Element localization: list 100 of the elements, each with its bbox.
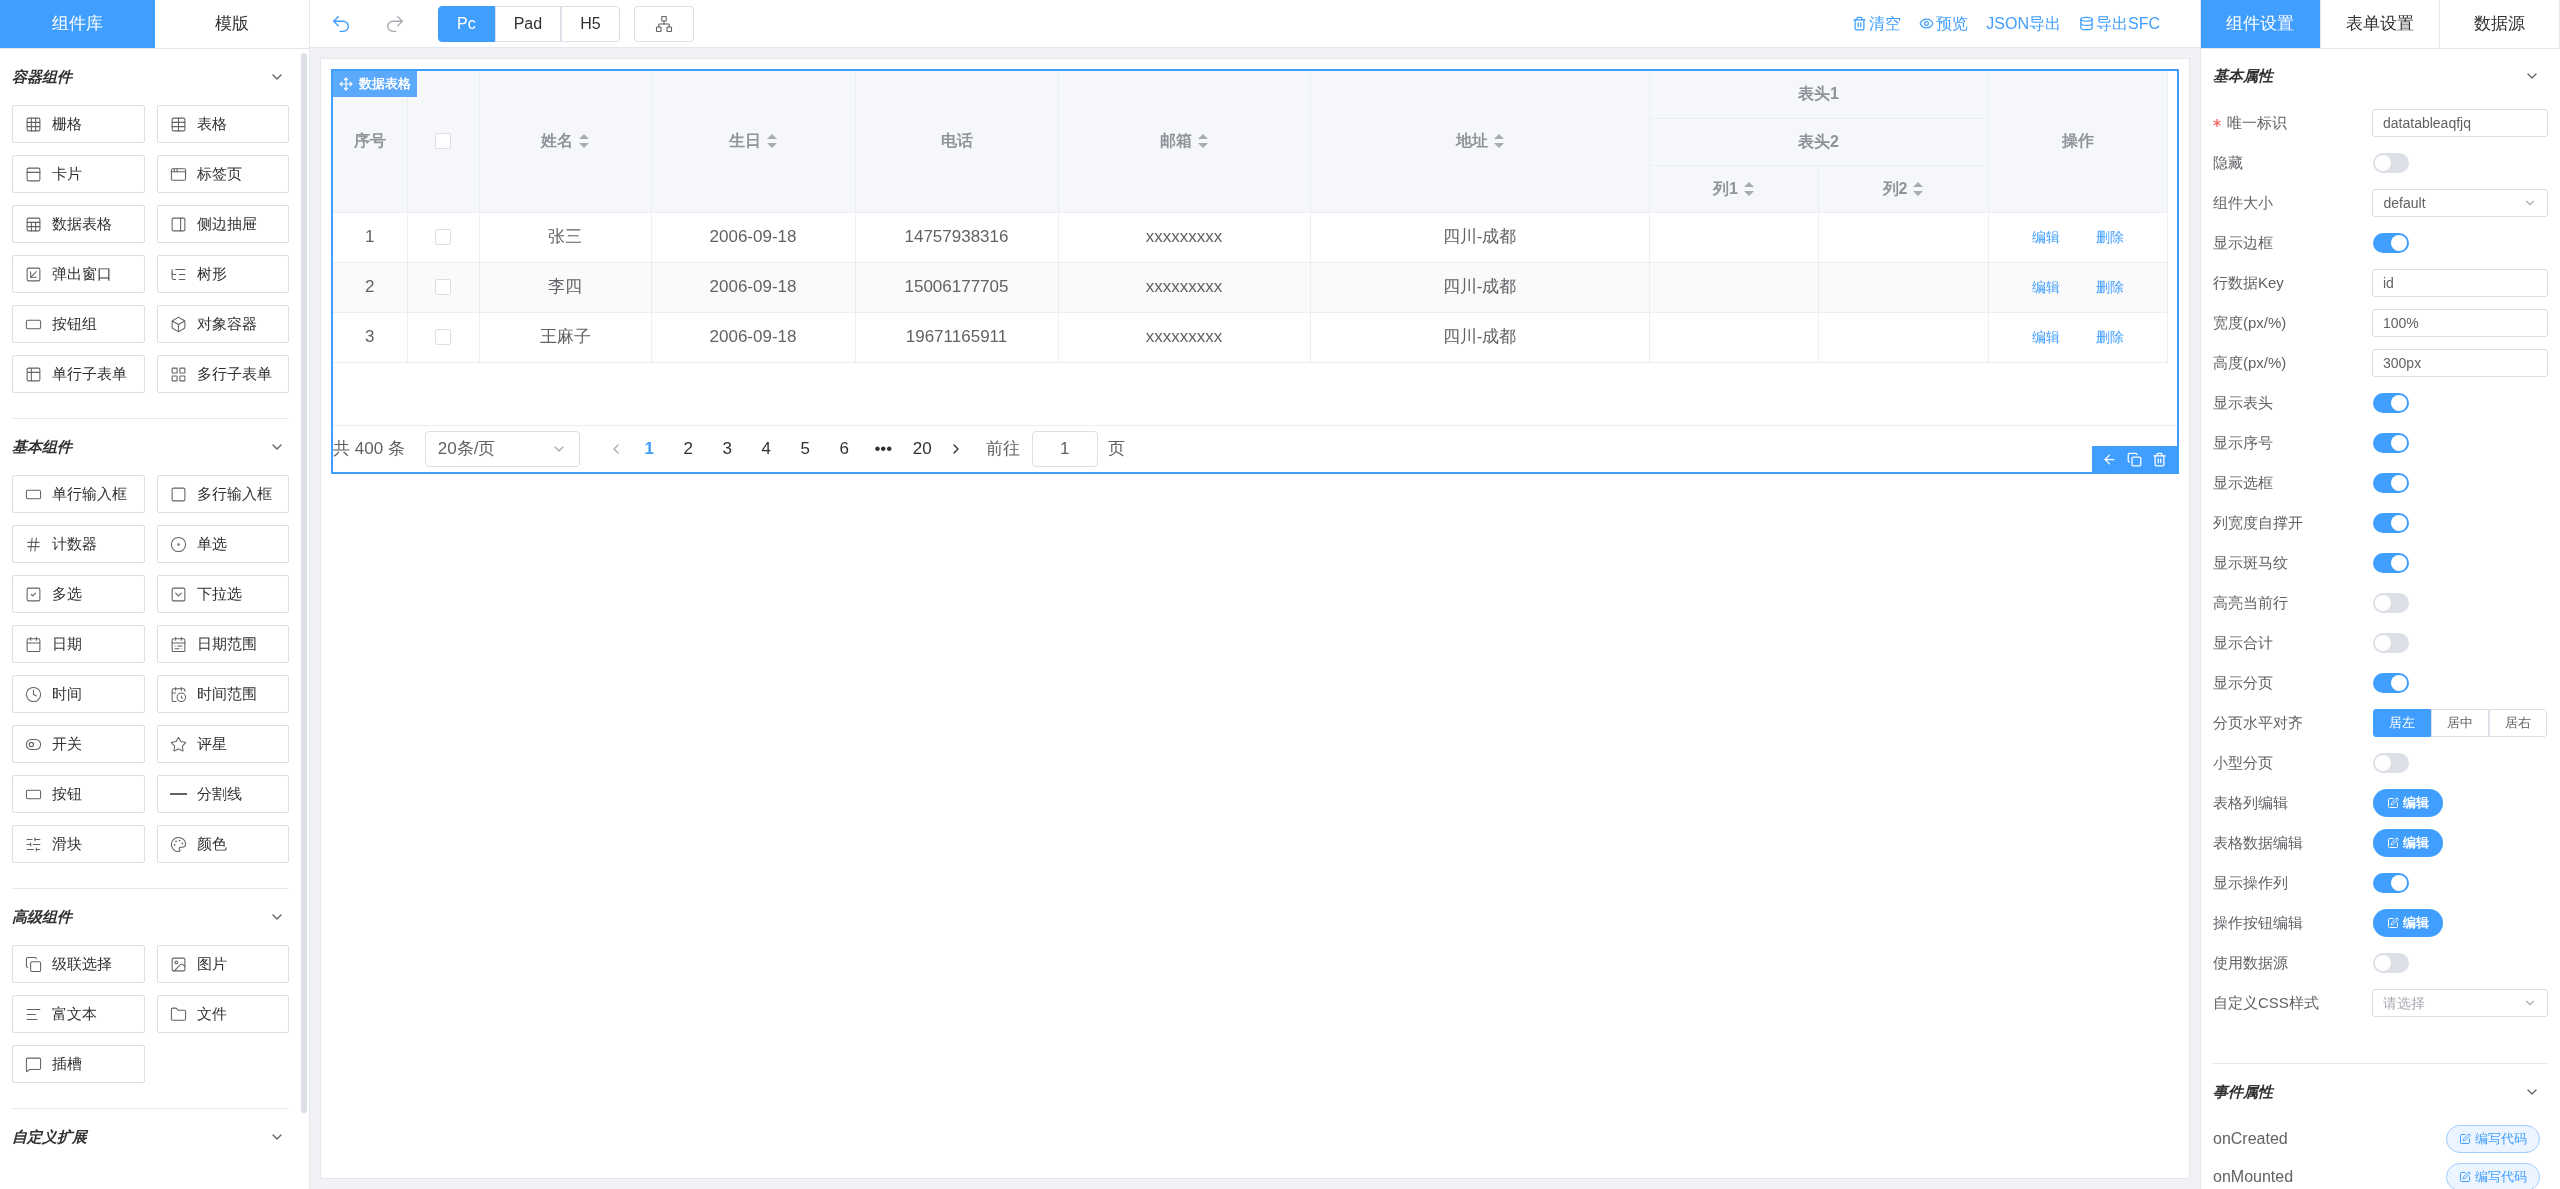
- select-field[interactable]: default: [2372, 189, 2548, 217]
- toggle-switch[interactable]: [2373, 513, 2409, 533]
- component-item[interactable]: 计数器: [12, 525, 145, 563]
- copy-icon[interactable]: [2127, 451, 2142, 467]
- checkbox[interactable]: [435, 133, 451, 150]
- toggle-switch[interactable]: [2373, 433, 2409, 453]
- edit-icon: [2387, 917, 2399, 929]
- group-header: 表头2: [1798, 132, 1839, 150]
- component-item[interactable]: 弹出窗口: [12, 255, 145, 293]
- component-item[interactable]: 按钮组: [12, 305, 145, 343]
- card-icon: [25, 165, 42, 183]
- component-item[interactable]: 多行子表单: [156, 355, 289, 393]
- text-field[interactable]: 100%: [2372, 309, 2548, 337]
- copy-icon: [25, 955, 42, 973]
- move-icon[interactable]: [339, 77, 353, 91]
- toggle-switch[interactable]: [2373, 393, 2409, 413]
- toggle-switch[interactable]: [2373, 233, 2409, 253]
- component-item[interactable]: 评星: [156, 725, 289, 763]
- component-item[interactable]: 日期范围: [156, 625, 289, 663]
- toggle-switch[interactable]: [2373, 153, 2409, 173]
- component-item[interactable]: 分割线: [156, 775, 289, 813]
- component-item[interactable]: 滑块: [12, 825, 145, 863]
- component-item[interactable]: 多行输入框: [156, 475, 289, 513]
- text-field[interactable]: 300px: [2372, 349, 2548, 377]
- component-item[interactable]: 图片: [156, 945, 289, 983]
- page-size-select[interactable]: 20条/页: [424, 431, 580, 467]
- scrollbar[interactable]: [301, 53, 307, 1113]
- component-item[interactable]: 下拉选: [156, 575, 289, 613]
- component-item[interactable]: 开关: [12, 725, 145, 763]
- component-item[interactable]: 文件: [156, 995, 289, 1033]
- field-label: 隐藏: [2213, 152, 2243, 173]
- field-label: 高度(px/%): [2213, 352, 2287, 373]
- align-option[interactable]: 居中: [2431, 709, 2489, 737]
- component-item[interactable]: 卡片: [12, 155, 145, 193]
- trash-icon[interactable]: [2152, 451, 2167, 467]
- table-cell: 李四: [548, 277, 582, 297]
- sort-icon[interactable]: [1913, 181, 1924, 196]
- field-label: 高亮当前行: [2213, 592, 2288, 613]
- component-item[interactable]: 标签页: [156, 155, 289, 193]
- page-number[interactable]: 3: [707, 436, 747, 462]
- toggle-switch[interactable]: [2373, 873, 2409, 893]
- table-cell: 15006177705: [904, 277, 1009, 297]
- star-icon: [169, 735, 187, 753]
- component-item[interactable]: 按钮: [12, 775, 145, 813]
- field-label: 分页水平对齐: [2213, 712, 2303, 733]
- align-option[interactable]: 居右: [2489, 709, 2547, 737]
- component-item[interactable]: 日期: [12, 625, 145, 663]
- sheet-icon: [25, 215, 42, 233]
- page-input[interactable]: 1: [1031, 431, 1098, 467]
- component-item[interactable]: 单选: [156, 525, 289, 563]
- jump-label: 前往: [985, 438, 1020, 461]
- component-item[interactable]: 单行输入框: [12, 475, 145, 513]
- component-item[interactable]: 插槽: [12, 1045, 145, 1083]
- component-item[interactable]: 数据表格: [12, 205, 145, 243]
- sort-icon[interactable]: [767, 134, 777, 149]
- tree-button[interactable]: [633, 5, 694, 42]
- checkbox[interactable]: [435, 329, 451, 345]
- field-label: 操作按钮编辑: [2213, 912, 2303, 933]
- toggle-switch[interactable]: [2373, 473, 2409, 493]
- sort-icon[interactable]: [579, 134, 589, 149]
- toggle-switch[interactable]: [2373, 953, 2409, 973]
- checkbox[interactable]: [435, 229, 451, 245]
- sort-icon[interactable]: [1493, 134, 1504, 149]
- toggle-switch[interactable]: [2373, 633, 2409, 653]
- row-number: 2: [365, 277, 375, 297]
- section-title: 事件属性: [2213, 1081, 2273, 1102]
- page-number[interactable]: 2: [668, 436, 708, 462]
- page-number[interactable]: 6: [824, 436, 864, 462]
- component-item[interactable]: 级联选择: [12, 945, 145, 983]
- text-field[interactable]: id: [2372, 269, 2548, 297]
- component-item[interactable]: 对象容器: [156, 305, 289, 343]
- page-number[interactable]: 4: [746, 436, 786, 462]
- component-item[interactable]: 颜色: [156, 825, 289, 863]
- toggle-switch[interactable]: [2373, 673, 2409, 693]
- component-item[interactable]: 富文本: [12, 995, 145, 1033]
- sort-icon[interactable]: [1743, 181, 1754, 196]
- component-item[interactable]: 表格: [156, 105, 289, 143]
- component-item[interactable]: 时间范围: [156, 675, 289, 713]
- page-number[interactable]: 20: [902, 436, 942, 462]
- hash-icon: [25, 535, 42, 553]
- toggle-switch[interactable]: [2373, 753, 2409, 773]
- component-item[interactable]: 多选: [12, 575, 145, 613]
- device-tab[interactable]: H5: [561, 5, 620, 42]
- device-tab[interactable]: Pad: [494, 5, 562, 42]
- component-item[interactable]: 树形: [156, 255, 289, 293]
- page-number[interactable]: •••: [863, 436, 903, 462]
- toggle-switch[interactable]: [2373, 593, 2409, 613]
- field-label: 表格列编辑: [2213, 792, 2288, 813]
- text-field[interactable]: datatableaqfjq: [2372, 109, 2548, 137]
- toggle-switch[interactable]: [2373, 553, 2409, 573]
- column-header: 列1: [1713, 178, 1738, 199]
- component-item[interactable]: 侧边抽屉: [156, 205, 289, 243]
- table-cell: 四川-成都: [1442, 227, 1517, 247]
- sort-icon[interactable]: [1198, 134, 1208, 149]
- page-number[interactable]: 5: [785, 436, 825, 462]
- dots-grid-icon: [25, 115, 42, 133]
- component-item[interactable]: 栅格: [12, 105, 145, 143]
- checkbox[interactable]: [435, 279, 451, 295]
- component-item[interactable]: 时间: [12, 675, 145, 713]
- component-item[interactable]: 单行子表单: [12, 355, 145, 393]
